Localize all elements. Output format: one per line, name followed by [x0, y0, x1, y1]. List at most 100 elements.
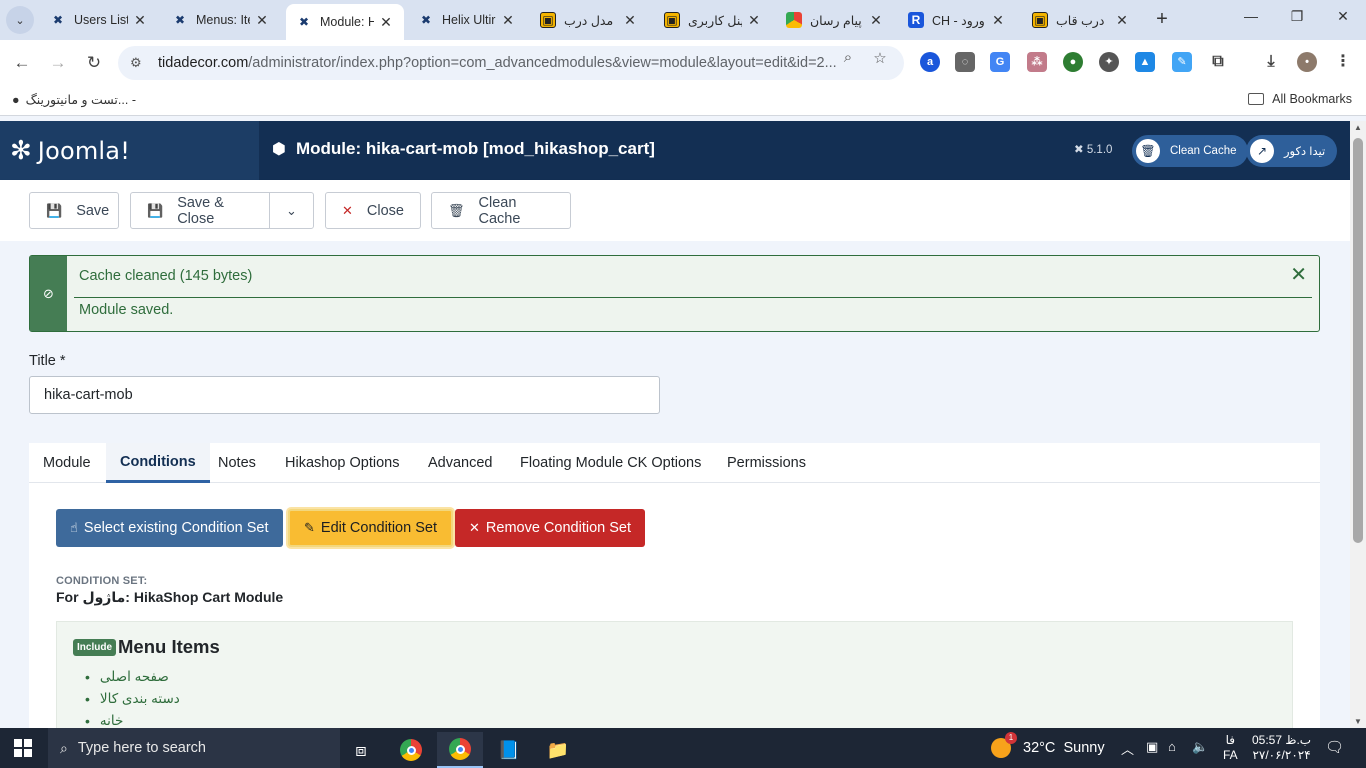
address-bar[interactable]: ⚙ tidadecor.com/administrator/index.php?… [118, 46, 904, 80]
close-icon[interactable]: ✕ [622, 12, 638, 29]
chrome-taskbar-icon[interactable] [388, 732, 434, 768]
save-button[interactable]: 💾 Save [29, 192, 119, 229]
browser-tab[interactable]: ✖ Menus: Ite ✕ [162, 4, 280, 36]
file-explorer-icon[interactable]: 📁 [535, 732, 581, 768]
search-icon: ⌕ [60, 739, 68, 756]
tab-notes[interactable]: Notes [204, 443, 270, 483]
tab-permissions[interactable]: Permissions [713, 443, 820, 483]
browser-tab[interactable]: ▣ پنل کاربری ✕ [654, 4, 772, 36]
browser-tab[interactable]: R CH - ورود ✕ [898, 4, 1016, 36]
select-condition-set-button[interactable]: ☝ Select existing Condition Set [56, 509, 283, 547]
tab-label: Users List [74, 13, 128, 27]
download-icon[interactable]: ⤓ [1261, 52, 1281, 72]
window-close-button[interactable]: ✕ [1328, 8, 1358, 25]
tab-advanced[interactable]: Advanced [414, 443, 507, 483]
view-site-button[interactable]: ↗ تیدا دکور [1246, 135, 1338, 167]
tray-device-icon[interactable]: ▣ [1146, 739, 1158, 755]
back-button[interactable]: ← [10, 51, 34, 75]
bookmark-star-icon[interactable]: ☆ [870, 49, 890, 67]
tab-conditions[interactable]: Conditions [106, 443, 210, 483]
taskbar-search-box[interactable]: ⌕ Type here to search [48, 728, 340, 768]
joomla-logo-text: Joomla! [37, 136, 131, 165]
tab-hikashop-options[interactable]: Hikashop Options [271, 443, 413, 483]
restore-button[interactable]: ❐ [1282, 8, 1312, 25]
list-item: صفحه اصلی [85, 666, 180, 688]
close-icon[interactable]: ✕ [378, 14, 394, 31]
title-input[interactable] [29, 376, 660, 414]
site-info-icon[interactable]: ⚙ [130, 55, 148, 71]
save-close-button[interactable]: 💾 Save & Close [130, 192, 270, 229]
close-label: Close [366, 202, 404, 219]
bookmark-item[interactable]: ● تست و مانیتورینگ... - [12, 92, 136, 108]
extension-icon[interactable]: ● [1063, 52, 1083, 72]
scrollbar-thumb[interactable] [1353, 138, 1363, 543]
network-icon[interactable]: ⌂ [1168, 739, 1176, 754]
tab-floating-module-ck-options[interactable]: Floating Module CK Options [506, 443, 715, 483]
windows-start-button[interactable] [14, 739, 32, 757]
all-bookmarks-button[interactable]: All Bookmarks [1248, 92, 1352, 106]
extension-icon[interactable]: ◌ [955, 52, 975, 72]
joomla-logo[interactable]: ✻ Joomla! [0, 121, 259, 180]
close-icon[interactable]: ✕ [746, 12, 762, 29]
weather-widget[interactable]: 1 32°C Sunny [991, 732, 1105, 758]
chrome-active-taskbar-icon[interactable] [437, 732, 483, 768]
reload-button[interactable]: ↻ [82, 51, 106, 75]
extension-icon[interactable]: ✦ [1099, 52, 1119, 72]
bookmarks-bar: ● تست و مانیتورینگ... - All Bookmarks [0, 86, 1366, 116]
forward-button[interactable]: → [46, 51, 70, 75]
hand-pointer-icon: ☝ [70, 520, 78, 535]
extension-icon[interactable]: ✎ [1172, 52, 1192, 72]
close-icon[interactable]: ✕ [132, 12, 148, 29]
header-clean-cache-button[interactable]: 🗑 Clean Cache [1132, 135, 1249, 167]
edit-condition-set-button[interactable]: ✎ Edit Condition Set [288, 509, 453, 547]
page-scrollbar[interactable]: ▲ ▼ [1350, 121, 1366, 728]
main-content: ⊘ Cache cleaned (145 bytes) Module saved… [0, 241, 1350, 728]
remove-condition-set-button[interactable]: ✕ Remove Condition Set [455, 509, 645, 547]
joomla-icon: ✖ [52, 13, 64, 27]
joomla-version: ✖ 5.1.0 [1074, 144, 1113, 156]
translate-extension-icon[interactable]: G [990, 52, 1010, 72]
close-icon[interactable]: ✕ [500, 12, 516, 29]
extensions-puzzle-icon[interactable]: ⧉ [1208, 52, 1228, 72]
close-icon[interactable]: ✕ [868, 12, 884, 29]
close-button[interactable]: ✕ Close [325, 192, 421, 229]
volume-icon[interactable]: 🔈 [1192, 739, 1208, 755]
version-number: 5.1.0 [1086, 144, 1113, 156]
tab-module[interactable]: Module [29, 443, 105, 483]
task-view-icon[interactable]: ⧈ [338, 732, 384, 768]
close-icon[interactable]: ✕ [1114, 12, 1130, 29]
clean-cache-button[interactable]: 🗑 Clean Cache [431, 192, 571, 229]
search-placeholder: Type here to search [77, 740, 207, 756]
browser-tab[interactable]: ✖ Helix Ultir ✕ [408, 4, 526, 36]
module-tabs-panel: Module Conditions Notes Hikashop Options… [29, 443, 1320, 728]
extension-icon[interactable]: ⁂ [1027, 52, 1047, 72]
profile-avatar[interactable]: • [1297, 52, 1317, 72]
language-label: فا [1225, 733, 1236, 747]
tab-search-button[interactable]: ⌄ [6, 6, 34, 34]
browser-tab[interactable]: ✖ Users List ✕ [40, 4, 158, 36]
save-options-dropdown[interactable]: ⌄ [269, 192, 314, 229]
include-badge: Include [73, 639, 117, 656]
scroll-up-icon[interactable]: ▲ [1354, 123, 1362, 132]
title-label: Title * [29, 353, 66, 369]
browser-tab-active[interactable]: ✖ Module: H ✕ [286, 4, 404, 40]
new-tab-button[interactable]: + [1150, 8, 1174, 32]
browser-menu-icon[interactable]: ⋮ [1333, 52, 1353, 72]
alert-close-button[interactable]: ✕ [1290, 262, 1307, 287]
zoom-search-icon[interactable]: ⌕ [838, 49, 858, 66]
extension-icon[interactable]: ▲ [1135, 52, 1155, 72]
tray-chevron-icon[interactable]: ︿ [1121, 739, 1134, 758]
browser-tab[interactable]: ▣ درب قاب ✕ [1022, 4, 1140, 36]
alert-message: Module saved. [79, 302, 174, 318]
close-icon[interactable]: ✕ [990, 12, 1006, 29]
browser-tab[interactable]: ▣ مدل درب ✕ [530, 4, 648, 36]
browser-tab[interactable]: پیام رسان ✕ [776, 4, 894, 36]
language-indicator[interactable]: فا FA [1223, 733, 1238, 763]
minimize-button[interactable]: — [1236, 8, 1266, 24]
close-icon[interactable]: ✕ [254, 12, 270, 29]
system-clock[interactable]: 05:57 ب.ظ ۲۷/۰۶/۲۰۲۴ [1252, 733, 1311, 763]
notification-icon[interactable]: 🗨 [1325, 738, 1344, 756]
notepad-taskbar-icon[interactable]: 📘 [486, 732, 532, 768]
scroll-down-icon[interactable]: ▼ [1354, 717, 1362, 726]
extension-icon[interactable]: a [920, 52, 940, 72]
